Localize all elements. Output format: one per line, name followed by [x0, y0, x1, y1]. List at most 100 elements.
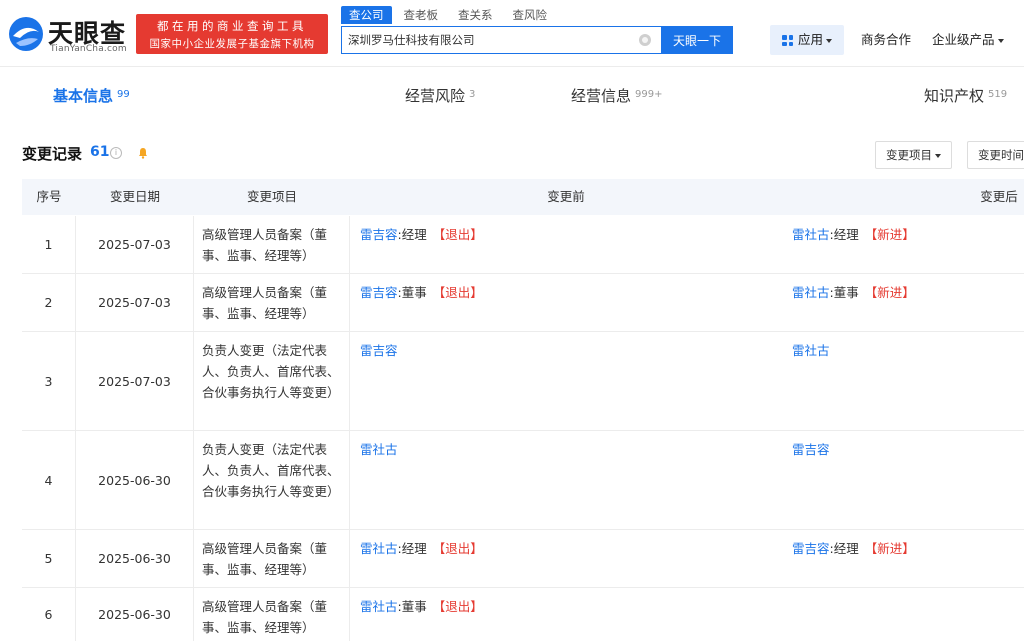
- apps-menu-button[interactable]: 应用: [770, 25, 844, 55]
- search-button[interactable]: 天眼一下: [661, 26, 733, 54]
- grid-icon: [782, 35, 793, 46]
- new-tag: 【新进】: [864, 285, 915, 300]
- row-no: 3: [22, 332, 76, 430]
- tab-label: 知识产权: [924, 87, 985, 105]
- tab-operating-risk[interactable]: 经营风险 3: [405, 84, 475, 108]
- row-after: 雷吉容: [782, 431, 1024, 529]
- top-header: 天眼查 TianYanCha.com 都在用的商业查询工具 国家中小企业发展子基…: [0, 0, 1024, 66]
- row-after: [782, 588, 1024, 641]
- person-link[interactable]: 雷吉容: [360, 343, 398, 358]
- logo-subtitle: TianYanCha.com: [50, 44, 127, 54]
- promo-banner[interactable]: 都在用的商业查询工具 国家中小企业发展子基金旗下机构: [136, 14, 328, 54]
- role-text: :经理: [829, 541, 859, 556]
- info-icon[interactable]: i: [110, 147, 122, 159]
- row-after: 雷社古:董事 【新进】: [782, 274, 1024, 331]
- search-tab-company[interactable]: 查公司: [341, 6, 392, 24]
- apps-label: 应用: [798, 32, 824, 47]
- person-link[interactable]: 雷社古: [792, 285, 830, 300]
- nav-enterprise-label: 企业级产品: [932, 32, 995, 47]
- chevron-down-icon: [826, 38, 833, 43]
- section-count: 61: [90, 144, 110, 160]
- search-tab-risk[interactable]: 查风险: [505, 6, 556, 24]
- row-before: 雷吉容:董事 【退出】: [350, 274, 782, 331]
- tab-count: 999+: [635, 89, 663, 100]
- tab-ip[interactable]: 知识产权 519: [924, 84, 1007, 108]
- filter-change-time[interactable]: 变更时间: [967, 141, 1024, 169]
- row-no: 2: [22, 274, 76, 331]
- row-after: 雷社古:经理 【新进】: [782, 216, 1024, 273]
- row-date: 2025-06-30: [76, 431, 194, 529]
- search-tab-boss[interactable]: 查老板: [396, 6, 447, 24]
- role-text: :董事: [397, 285, 427, 300]
- exit-tag: 【退出】: [432, 541, 483, 556]
- col-header-date: 变更日期: [109, 189, 160, 204]
- tab-count: 99: [117, 89, 130, 100]
- row-after: 雷吉容:经理 【新进】: [782, 530, 1024, 587]
- tab-label: 基本信息: [53, 87, 114, 105]
- tab-label: 经营信息: [571, 87, 632, 105]
- person-link[interactable]: 雷吉容: [360, 227, 398, 242]
- table-row: 6 2025-06-30 高级管理人员备案（董事、监事、经理等） 雷社古:董事【…: [22, 588, 1024, 641]
- person-link[interactable]: 雷社古: [360, 541, 398, 556]
- role-text: :董事: [397, 599, 427, 614]
- row-date: 2025-07-03: [76, 216, 194, 273]
- col-header-after: 变更后: [980, 189, 1018, 204]
- tab-count: 3: [469, 89, 476, 100]
- row-date: 2025-07-03: [76, 274, 194, 331]
- new-tag: 【新进】: [864, 541, 915, 556]
- exit-tag: 【退出】: [432, 599, 483, 614]
- row-before: 雷社古:董事 【退出】: [350, 588, 782, 641]
- nav-enterprise-products[interactable]: 企业级产品: [932, 25, 1004, 55]
- person-link[interactable]: 雷吉容: [792, 541, 830, 556]
- person-link[interactable]: 雷社古: [792, 343, 830, 358]
- role-text: :董事: [829, 285, 859, 300]
- row-item: 负责人变更（法定代表人、负责人、首席代表、合伙事务执行人等变更）: [194, 431, 350, 529]
- bell-icon[interactable]: [137, 147, 149, 159]
- row-no: 6: [22, 588, 76, 641]
- tab-count: 519: [988, 89, 1008, 100]
- row-no: 1: [22, 216, 76, 273]
- filter-change-item-label: 变更项目: [886, 148, 932, 162]
- new-tag: 【新进】: [864, 227, 915, 242]
- row-before: 雷社古: [350, 431, 782, 529]
- role-text: :经理: [397, 541, 427, 556]
- row-after: 雷社古: [782, 332, 1024, 430]
- row-before: 雷吉容:经理 【退出】: [350, 216, 782, 273]
- table-row: 3 2025-07-03 负责人变更（法定代表人、负责人、首席代表、合伙事务执行…: [22, 332, 1024, 431]
- nav-business-cooperation[interactable]: 商务合作: [861, 25, 911, 55]
- tab-basic-info[interactable]: 基本信息 99: [53, 84, 130, 108]
- person-link[interactable]: 雷社古: [360, 442, 398, 457]
- table-header: 序号 变更日期 变更项目 变更前 变更后: [22, 179, 1024, 215]
- exit-tag: 【退出】: [432, 227, 483, 242]
- exit-tag: 【退出】: [432, 285, 483, 300]
- row-before: 雷吉容: [350, 332, 782, 430]
- banner-line-1: 都在用的商业查询工具: [157, 19, 307, 33]
- tab-operating-info[interactable]: 经营信息 999+: [571, 84, 662, 108]
- filter-change-item[interactable]: 变更项目: [875, 141, 952, 169]
- search-tab-relation[interactable]: 查关系: [450, 6, 501, 24]
- header-divider: [0, 66, 1024, 67]
- person-link[interactable]: 雷吉容: [360, 285, 398, 300]
- row-item: 高级管理人员备案（董事、监事、经理等）: [194, 274, 350, 331]
- row-date: 2025-06-30: [76, 588, 194, 641]
- person-link[interactable]: 雷吉容: [792, 442, 830, 457]
- person-link[interactable]: 雷社古: [792, 227, 830, 242]
- search-tabs: 查公司 查老板 查关系 查风险: [341, 6, 559, 26]
- row-item: 负责人变更（法定代表人、负责人、首席代表、合伙事务执行人等变更）: [194, 332, 350, 430]
- banner-line-2: 国家中小企业发展子基金旗下机构: [149, 38, 315, 50]
- row-date: 2025-07-03: [76, 332, 194, 430]
- col-header-before: 变更前: [547, 189, 585, 204]
- table-row: 2 2025-07-03 高级管理人员备案（董事、监事、经理等） 雷吉容:董事【…: [22, 274, 1024, 332]
- chevron-down-icon: [997, 38, 1004, 43]
- clear-icon[interactable]: [639, 34, 651, 46]
- person-link[interactable]: 雷社古: [360, 599, 398, 614]
- search-input[interactable]: [342, 27, 632, 53]
- row-before: 雷社古:经理 【退出】: [350, 530, 782, 587]
- section-title: 变更记录: [22, 145, 83, 163]
- logo[interactable]: 天眼查 TianYanCha.com: [8, 12, 128, 56]
- col-header-no: 序号: [36, 189, 62, 204]
- table-row: 5 2025-06-30 高级管理人员备案（董事、监事、经理等） 雷社古:经理【…: [22, 530, 1024, 588]
- table-row: 4 2025-06-30 负责人变更（法定代表人、负责人、首席代表、合伙事务执行…: [22, 431, 1024, 530]
- table-row: 1 2025-07-03 高级管理人员备案（董事、监事、经理等） 雷吉容:经理【…: [22, 216, 1024, 274]
- role-text: :经理: [397, 227, 427, 242]
